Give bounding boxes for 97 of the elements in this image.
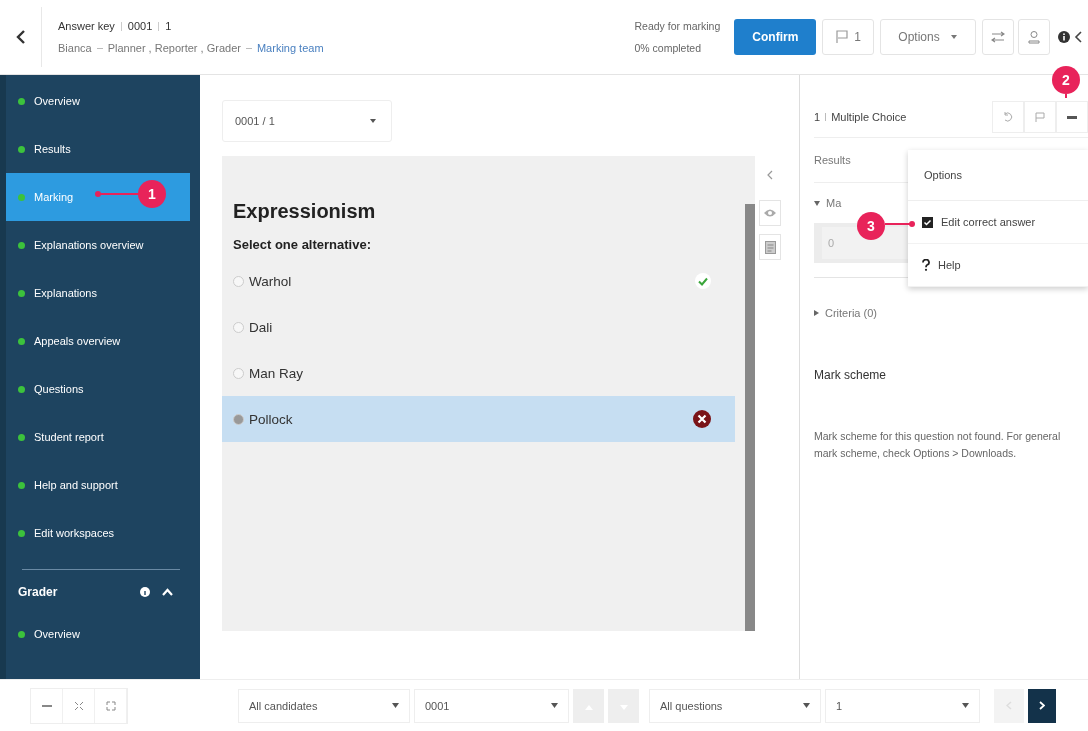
question-title: Expressionism [232, 200, 377, 223]
radio-button[interactable] [233, 275, 244, 287]
caret-down-icon [392, 703, 399, 708]
person-icon [1028, 30, 1040, 44]
caret-icon[interactable] [162, 588, 173, 596]
criteria-label[interactable]: Criteria (0) [825, 307, 877, 319]
title-text: Answer key [58, 20, 115, 32]
preview-button[interactable] [759, 200, 781, 226]
eye-icon [763, 208, 777, 218]
flag-icon [835, 30, 850, 44]
sidebar-item[interactable]: Student report [6, 413, 190, 461]
menu-title: Options [908, 150, 1088, 201]
roles-text: Planner , Reporter , Grader [107, 42, 241, 54]
fullscreen-icon [105, 700, 116, 711]
callout-badge: 2 [1052, 66, 1080, 94]
status-dot-icon [18, 481, 25, 489]
leader-line [885, 221, 915, 227]
caret-down-icon [551, 703, 558, 708]
options-button[interactable]: Options [880, 19, 976, 55]
instruction-text: Select one alternative: [232, 237, 372, 252]
minus-icon [41, 704, 52, 707]
user-button[interactable] [1018, 19, 1050, 55]
title-text: 1 [165, 20, 172, 32]
questions-dropdown[interactable]: All questions [649, 688, 821, 723]
cross-circle-icon [693, 410, 711, 428]
radio-button[interactable] [233, 367, 244, 379]
status-dot-icon [18, 630, 25, 638]
caret-down-icon [962, 703, 969, 708]
status-dot-icon [18, 289, 25, 297]
next-button[interactable] [1028, 688, 1056, 723]
answer-option[interactable]: Warhol [222, 258, 735, 304]
caret-down-icon [814, 200, 820, 206]
caret-down-icon [949, 34, 958, 40]
chevron-right-icon [1039, 701, 1045, 710]
progress-text: 0% completed [634, 42, 703, 54]
mark-scheme-text: Mark scheme for this question not found. For general mark scheme, check Options > Downloads. [814, 429, 1062, 461]
swap-arrows-icon [991, 31, 1005, 43]
section-label: Ma [826, 197, 842, 209]
caret-right-icon [814, 310, 819, 316]
checkbox-icon[interactable] [922, 216, 933, 228]
answer-option[interactable]: Pollock [222, 396, 735, 442]
sidebar-item[interactable]: Questions [6, 365, 190, 413]
swap-button[interactable] [982, 19, 1014, 55]
info-icon[interactable] [140, 587, 150, 597]
chevron-left-icon[interactable] [1074, 31, 1082, 43]
question-number: 1 [814, 111, 821, 123]
status-dot-icon [18, 337, 25, 345]
title-text: 0001 [127, 20, 153, 32]
sidebar-item[interactable]: Explanations overview [6, 221, 190, 269]
sidebar-item[interactable]: Help and support [6, 461, 190, 509]
status-dot-icon [18, 193, 25, 201]
user-name: Bianca [58, 42, 92, 54]
sidebar-item[interactable]: Edit workspaces [6, 509, 190, 557]
sidebar-item[interactable]: Overview [6, 77, 190, 125]
minus-icon [1067, 115, 1077, 119]
status-dot-icon [18, 241, 25, 249]
candidate-dropdown[interactable]: 0001 [414, 688, 569, 723]
leader-line [1065, 94, 1067, 98]
more-button[interactable] [1056, 101, 1088, 133]
candidates-dropdown[interactable]: All candidates [238, 688, 410, 723]
radio-button[interactable] [233, 413, 244, 425]
flag-icon [1035, 112, 1045, 122]
caret-down-icon [369, 118, 377, 124]
sidebar-item[interactable]: Results [6, 125, 190, 173]
document-icon [764, 240, 776, 254]
question-type: Multiple Choice [831, 111, 907, 123]
shrink-arrows-icon [73, 700, 84, 711]
notes-button[interactable] [759, 234, 781, 260]
callout-badge: 3 [857, 212, 885, 240]
status-dot-icon [18, 385, 25, 393]
answer-option[interactable]: Man Ray [222, 350, 735, 396]
status-dot-icon [18, 433, 25, 441]
info-icon[interactable] [1058, 31, 1070, 43]
section-title: Grader [18, 585, 59, 599]
status-dot-icon [18, 97, 25, 105]
confirm-button[interactable]: Confirm [734, 19, 817, 55]
checkmark-icon [695, 273, 711, 289]
sidebar-item[interactable]: Explanations [6, 269, 190, 317]
radio-button[interactable] [233, 321, 244, 333]
caret-down-icon [803, 703, 810, 708]
sidebar-item[interactable]: Overview [6, 610, 190, 658]
menu-item[interactable]: Help [908, 244, 1088, 287]
status-text: Ready for marking [634, 20, 721, 32]
undo-button[interactable] [992, 101, 1024, 133]
flag-button[interactable]: 1 [822, 19, 874, 55]
undo-icon [1003, 112, 1013, 122]
sidebar-item[interactable]: Appeals overview [6, 317, 190, 365]
chevron-left-icon [15, 30, 26, 44]
question-dropdown[interactable]: 0001 / 1 [222, 100, 392, 142]
scrollbar[interactable] [745, 204, 755, 631]
team-link[interactable]: Marking team [256, 42, 324, 54]
question-mark-icon [922, 259, 930, 271]
status-dot-icon [18, 145, 25, 153]
status-dot-icon [18, 529, 25, 537]
answer-option[interactable]: Dali [222, 304, 735, 350]
question-number-dropdown[interactable]: 1 [825, 688, 980, 723]
mark-scheme-title: Mark scheme [814, 368, 888, 382]
